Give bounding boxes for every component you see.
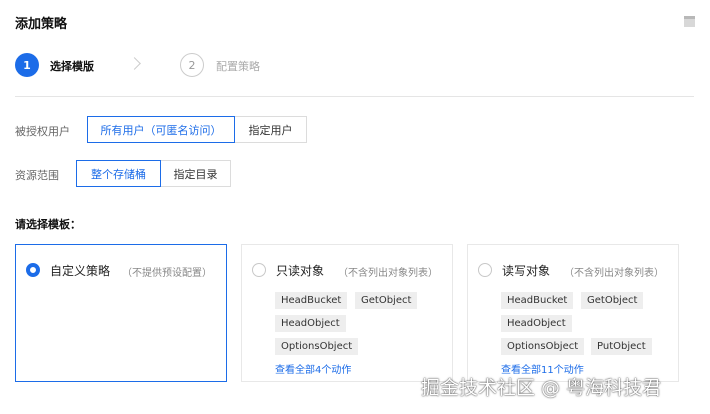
template-note: （不提供预设配置） — [122, 268, 212, 279]
divider — [15, 96, 694, 97]
action-tag: HeadBucket — [275, 292, 348, 309]
action-tag: HeadObject — [275, 315, 346, 332]
page-title: 添加策略 — [15, 17, 68, 32]
step-2-label: 配置策略 — [216, 60, 260, 73]
action-tag: HeadObject — [501, 315, 572, 332]
template-section-label: 请选择模板： — [15, 218, 81, 231]
radio-button-checked[interactable] — [26, 263, 40, 277]
action-tag: PutObject — [591, 338, 652, 355]
authorized-users-label: 被授权用户 — [15, 125, 70, 138]
template-card-read-write[interactable]: 读写对象 （不含列出对象列表） HeadBucket GetObject Hea… — [467, 244, 679, 382]
resource-scope-label: 资源范围 — [15, 169, 59, 182]
action-tag: OptionsObject — [501, 338, 585, 355]
radio-button[interactable] — [478, 263, 492, 277]
chevron-right-icon — [128, 57, 141, 70]
watermark: 掘金技术社区 @ 粤海科技君 — [421, 377, 662, 399]
action-tag: HeadBucket — [501, 292, 574, 309]
specified-directory-option[interactable]: 指定目录 — [160, 160, 231, 187]
template-card-read-only[interactable]: 只读对象 （不含列出对象列表） HeadBucket GetObject Hea… — [241, 244, 453, 382]
layout-icon[interactable] — [684, 16, 695, 27]
template-note: （不含列出对象列表） — [564, 268, 664, 279]
template-note: （不含列出对象列表） — [338, 268, 438, 279]
all-users-option[interactable]: 所有用户（可匿名访问） — [87, 116, 235, 143]
action-tag: GetObject — [581, 292, 644, 309]
template-title: 自定义策略 — [50, 264, 111, 278]
action-tag: OptionsObject — [275, 338, 359, 355]
step-1-label: 选择模版 — [50, 60, 94, 73]
step-1-indicator: 1 — [15, 53, 39, 77]
template-card-custom[interactable]: 自定义策略 （不提供预设配置） — [15, 244, 227, 382]
whole-bucket-option[interactable]: 整个存储桶 — [76, 160, 161, 187]
radio-button[interactable] — [252, 263, 266, 277]
view-all-actions-link[interactable]: 查看全部4个动作 — [275, 361, 351, 376]
template-title: 读写对象 — [502, 264, 551, 278]
specified-users-option[interactable]: 指定用户 — [234, 116, 307, 143]
action-tag: GetObject — [355, 292, 418, 309]
template-title: 只读对象 — [276, 264, 325, 278]
step-2-indicator: 2 — [180, 53, 204, 77]
